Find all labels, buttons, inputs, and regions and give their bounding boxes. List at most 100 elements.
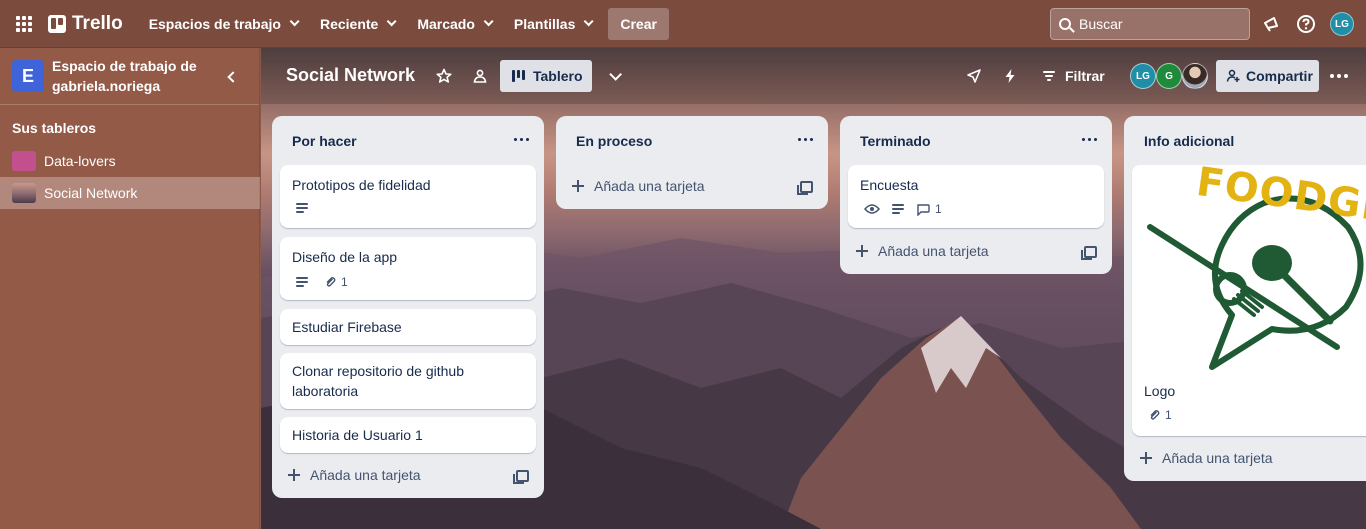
views-dropdown-button[interactable]: [601, 64, 625, 88]
add-card-button[interactable]: Añada una tarjeta: [1140, 450, 1273, 466]
board-image-thumbnail: [12, 183, 36, 203]
workspace-name[interactable]: Espacio de trabajo de gabriela.noriega: [52, 56, 202, 96]
board-menu-button[interactable]: [1330, 74, 1348, 78]
trello-logo[interactable]: Trello: [48, 13, 123, 35]
card-title: Encuesta: [860, 177, 919, 193]
list-title[interactable]: Por hacer: [292, 133, 357, 149]
templates-menu[interactable]: Plantillas: [502, 8, 602, 40]
member-avatar-lg[interactable]: LG: [1130, 63, 1156, 89]
card[interactable]: Prototipos de fidelidad: [280, 165, 536, 228]
sidebar-board-data-lovers[interactable]: Data-lovers: [0, 145, 260, 177]
list-por-hacer: Por hacer Prototipos de fidelidad Diseño…: [272, 116, 544, 498]
card-badges: [296, 203, 308, 213]
eye-icon: [864, 204, 880, 214]
card[interactable]: FOODGRAM Logo 1: [1132, 165, 1366, 436]
board-view-switcher[interactable]: Tablero: [500, 60, 592, 92]
create-from-template-icon[interactable]: [797, 181, 813, 195]
board-title[interactable]: Social Network: [286, 65, 415, 86]
search-box[interactable]: [1050, 8, 1250, 40]
create-button[interactable]: Crear: [608, 7, 669, 40]
trello-icon: [48, 14, 66, 33]
card-badges: 1: [1148, 408, 1172, 422]
starred-menu[interactable]: Marcado: [405, 8, 502, 40]
app-switcher-button[interactable]: [0, 0, 48, 48]
card-title: Clonar repositorio de github laboratoria: [292, 363, 464, 399]
recent-menu[interactable]: Reciente: [308, 8, 405, 40]
list-terminado: Terminado Encuesta 1 Añada una tarjeta: [840, 116, 1112, 274]
search-input[interactable]: [1079, 16, 1229, 32]
sidebar-board-social-network[interactable]: Social Network: [0, 177, 260, 209]
workspace-avatar[interactable]: E: [12, 60, 44, 92]
chevron-left-icon: [227, 71, 239, 83]
templates-menu-label: Plantillas: [513, 15, 576, 32]
recent-menu-label: Reciente: [319, 15, 379, 32]
list-title[interactable]: En proceso: [576, 133, 652, 149]
create-from-template-icon[interactable]: [1081, 246, 1097, 260]
filter-icon: [1043, 71, 1055, 81]
filter-button[interactable]: Filtrar: [1043, 64, 1105, 88]
create-from-template-icon[interactable]: [513, 470, 529, 484]
add-card-button[interactable]: Añada una tarjeta: [288, 467, 421, 483]
workspaces-menu-label: Espacios de trabajo: [148, 15, 281, 32]
plus-icon: [288, 469, 300, 481]
lightning-icon: [1005, 69, 1015, 83]
paperclip-icon: [326, 277, 336, 287]
list-title[interactable]: Info adicional: [1144, 133, 1234, 149]
card[interactable]: Clonar repositorio de github laboratoria: [280, 353, 536, 409]
add-card-button[interactable]: Añada una tarjeta: [856, 243, 989, 259]
card-badges: 1: [864, 202, 942, 216]
notifications-button[interactable]: [1259, 12, 1283, 36]
list-menu-button[interactable]: [1082, 138, 1097, 141]
star-board-button[interactable]: [432, 64, 456, 88]
add-card-label: Añada una tarjeta: [1162, 450, 1273, 466]
card-badges: 1: [296, 275, 348, 289]
plus-icon: [572, 180, 584, 192]
attachments-badge: 1: [324, 275, 348, 289]
power-ups-button[interactable]: [962, 64, 986, 88]
grid-icon: [16, 15, 32, 32]
member-avatar-g[interactable]: G: [1156, 63, 1182, 89]
board-view-icon: [512, 70, 525, 82]
chevron-down-icon: [608, 67, 622, 81]
star-icon: [436, 68, 452, 83]
rocket-icon: [967, 69, 981, 83]
member-avatar-photo[interactable]: [1182, 63, 1208, 89]
add-card-label: Añada una tarjeta: [878, 243, 989, 259]
add-card-label: Añada una tarjeta: [310, 467, 421, 483]
chevron-down-icon: [483, 16, 494, 27]
card[interactable]: Diseño de la app 1: [280, 237, 536, 300]
sidebar: E Espacio de trabajo de gabriela.noriega…: [0, 48, 260, 529]
search-icon: [1059, 18, 1071, 30]
help-button[interactable]: [1294, 12, 1318, 36]
chevron-down-icon: [386, 16, 397, 27]
card-title: Diseño de la app: [292, 249, 398, 265]
add-card-label: Añada una tarjeta: [594, 178, 705, 194]
add-card-button[interactable]: Añada una tarjeta: [572, 178, 705, 194]
visibility-button[interactable]: [468, 64, 492, 88]
description-icon: [892, 204, 904, 214]
chevron-down-icon: [584, 16, 594, 27]
share-button[interactable]: Compartir: [1216, 60, 1319, 92]
app-name: Trello: [72, 12, 123, 34]
list-menu-button[interactable]: [514, 138, 529, 141]
sidebar-board-label: Data-lovers: [44, 153, 116, 169]
list-title[interactable]: Terminado: [860, 133, 931, 149]
description-icon: [296, 203, 308, 213]
card[interactable]: Estudiar Firebase: [280, 309, 536, 345]
list-en-proceso: En proceso Añada una tarjeta: [556, 116, 828, 209]
card[interactable]: Historia de Usuario 1: [280, 417, 536, 453]
starred-menu-label: Marcado: [417, 15, 475, 32]
board-header: Social Network Tablero Filtrar LG G Comp…: [261, 48, 1366, 104]
megaphone-icon: [1264, 17, 1278, 32]
share-label: Compartir: [1246, 68, 1313, 84]
automation-button[interactable]: [998, 64, 1022, 88]
collapse-sidebar-button[interactable]: [222, 68, 240, 86]
user-avatar[interactable]: LG: [1330, 12, 1354, 36]
workspaces-menu[interactable]: Espacios de trabajo: [137, 8, 308, 40]
attachments-badge: 1: [1148, 408, 1172, 422]
plus-icon: [1140, 452, 1152, 464]
card[interactable]: Encuesta 1: [848, 165, 1104, 228]
help-icon: [1297, 15, 1315, 33]
board-color-thumbnail: [12, 151, 36, 171]
list-menu-button[interactable]: [798, 138, 813, 141]
